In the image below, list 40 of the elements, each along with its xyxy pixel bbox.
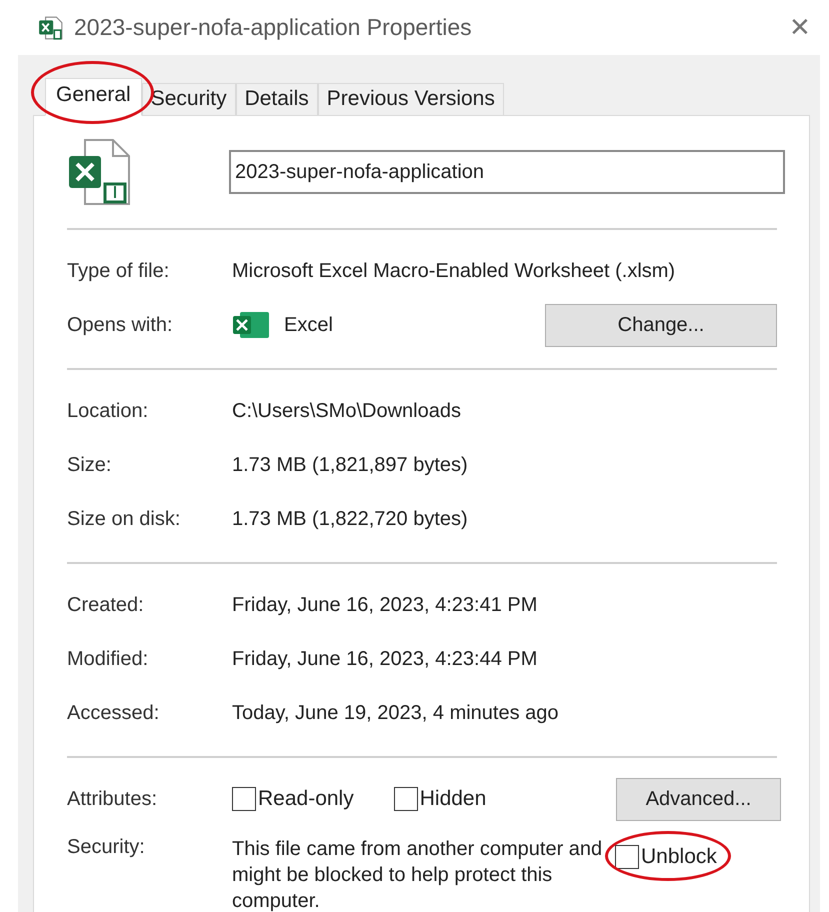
- field-label: Location:: [67, 400, 150, 422]
- field-label: Attributes:: [67, 788, 158, 810]
- field-value: 1.73 MB (1,821,897 bytes): [232, 454, 469, 476]
- field-value: 1.73 MB (1,822,720 bytes): [232, 508, 469, 530]
- field-value: Microsoft Excel Macro-Enabled Worksheet (.xlsm): [232, 260, 676, 282]
- window-title: 2023-super-nofa-application Properties: [74, 14, 473, 41]
- field-label: Opens with:: [67, 314, 174, 336]
- field-label: Security:: [67, 836, 146, 859]
- checkbox-square[interactable]: [615, 845, 639, 869]
- checkbox-label: Hidden: [420, 787, 486, 811]
- checkbox-square[interactable]: [232, 787, 256, 811]
- field-value: Today, June 19, 2023, 4 minutes ago: [232, 702, 560, 724]
- close-icon[interactable]: ✕: [789, 12, 811, 43]
- field-value: C:\Users\SMo\Downloads: [232, 400, 462, 422]
- field-label: Modified:: [67, 648, 150, 670]
- checkbox[interactable]: Unblock: [615, 845, 717, 869]
- field-label: Size on disk:: [67, 508, 182, 530]
- checkbox[interactable]: Hidden: [394, 787, 486, 811]
- advanced-button[interactable]: Advanced...: [616, 778, 781, 820]
- tab[interactable]: Security: [142, 83, 236, 116]
- field-value: Friday, June 16, 2023, 4:23:44 PM: [232, 648, 538, 670]
- excel-file-icon: [67, 138, 133, 206]
- field-label: Accessed:: [67, 702, 160, 724]
- checkbox[interactable]: Read-only: [232, 787, 354, 811]
- security-message: This file came from another computer and might be blocked to help protect this computer.: [232, 837, 604, 912]
- field-label: Type of file:: [67, 260, 170, 282]
- tab[interactable]: General: [45, 78, 142, 116]
- tab[interactable]: Previous Versions: [318, 83, 504, 116]
- field-label: Size:: [67, 454, 112, 476]
- checkbox-label: Unblock: [641, 845, 717, 869]
- excel-app-icon: [232, 311, 270, 339]
- field-label: Created:: [67, 594, 145, 616]
- field-value: Friday, June 16, 2023, 4:23:41 PM: [232, 594, 538, 616]
- file-name-field[interactable]: 2023-super-nofa-application: [229, 150, 785, 194]
- checkbox-square[interactable]: [394, 787, 418, 811]
- tab[interactable]: Details: [236, 83, 318, 116]
- excel-file-icon: [38, 14, 64, 40]
- checkbox-label: Read-only: [258, 787, 354, 811]
- field-value: Excel: [284, 314, 333, 336]
- change-button[interactable]: Change...: [545, 304, 777, 346]
